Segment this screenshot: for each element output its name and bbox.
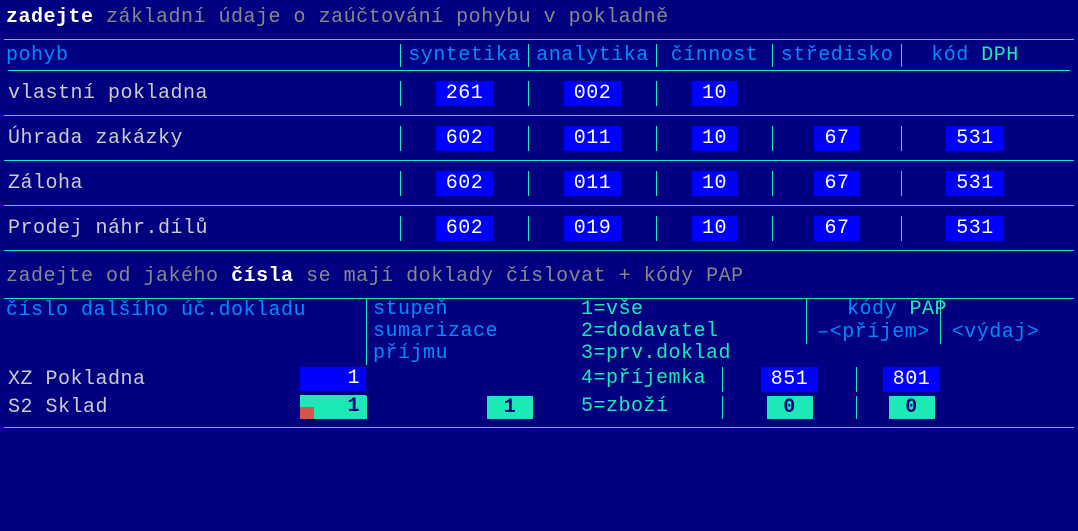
- hdr-kod-dph: kód DPH: [901, 44, 1048, 67]
- legend-line: 4=příjemka: [581, 368, 722, 390]
- stredisko-field[interactable]: 67: [814, 171, 859, 196]
- prompt-1: zadejte základní údaje o zaúčtování pohy…: [0, 0, 1078, 39]
- section2-header: číslo dalšího úč.dokladu stupeň sumariza…: [4, 299, 1074, 365]
- row-label: vlastní pokladna: [4, 82, 400, 105]
- kod-prijem-field[interactable]: 851: [761, 367, 819, 392]
- doc-number-field[interactable]: 1: [300, 395, 366, 419]
- table-row: Úhrada zakázky 602 011 10 67 531: [4, 116, 1074, 160]
- prompt-2: zadejte od jakého čísla se mají doklady …: [0, 251, 1078, 298]
- row-label: S2 Sklad: [4, 396, 300, 419]
- accounting-table: pohyb syntetika analytika čínnost středi…: [0, 40, 1078, 250]
- table-row: Záloha 602 011 10 67 531: [4, 161, 1074, 205]
- hdr-prijem: kódy PAP –<příjem>: [806, 299, 940, 344]
- stredisko-field[interactable]: 67: [814, 126, 859, 151]
- table-header-row: pohyb syntetika analytika čínnost středi…: [4, 40, 1074, 70]
- kod-dph-field[interactable]: 531: [946, 126, 1004, 151]
- analytika-field[interactable]: 019: [564, 216, 622, 241]
- hdr-cinnost: čínnost: [656, 44, 772, 67]
- hdr-legend: 1=vše 2=dodavatel 3=prv.doklad: [581, 299, 806, 365]
- table-row: Prodej náhr.dílů 602 019 10 67 531: [4, 206, 1074, 250]
- analytika-field[interactable]: 011: [564, 171, 622, 196]
- syntetika-field[interactable]: 602: [436, 216, 494, 241]
- cinnost-field[interactable]: 10: [692, 126, 737, 151]
- kod-dph-field[interactable]: 531: [946, 171, 1004, 196]
- syntetika-field[interactable]: 602: [436, 171, 494, 196]
- row-label: Prodej náhr.dílů: [4, 217, 400, 240]
- row-label: Záloha: [4, 172, 400, 195]
- row-label: Úhrada zakázky: [4, 127, 400, 150]
- doc-number-field[interactable]: 1: [300, 367, 366, 391]
- cinnost-field[interactable]: 10: [692, 171, 737, 196]
- hdr-pohyb: pohyb: [4, 44, 400, 67]
- row-label: XZ Pokladna: [4, 368, 300, 391]
- hdr-stredisko: středisko: [772, 44, 901, 67]
- syntetika-field[interactable]: 261: [436, 81, 494, 106]
- hdr-syntetika: syntetika: [400, 44, 528, 67]
- kod-dph-field[interactable]: 531: [946, 216, 1004, 241]
- stredisko-field[interactable]: 67: [814, 216, 859, 241]
- analytika-field[interactable]: 002: [564, 81, 622, 106]
- hdr-stupen: stupeň sumarizace příjmu: [366, 299, 581, 365]
- hdr-analytika: analytika: [528, 44, 656, 67]
- legend-line: 5=zboží: [581, 396, 722, 418]
- kod-prijem-field[interactable]: 0: [767, 396, 813, 419]
- numbering-row: XZ Pokladna1 4=příjemka 851 801: [4, 365, 1074, 393]
- numbering-row: S2 Sklad115=zboží00: [4, 393, 1074, 421]
- prompt-2-highlight: čísla: [231, 265, 294, 288]
- prompt-1-highlight: zadejte: [6, 6, 94, 29]
- hdr-vydaj: <výdaj>: [940, 299, 1050, 344]
- numbering-section: číslo dalšího úč.dokladu stupeň sumariza…: [0, 299, 1078, 421]
- divider: [4, 427, 1074, 428]
- kod-vydaj-field[interactable]: 801: [883, 367, 941, 392]
- cinnost-field[interactable]: 10: [692, 81, 737, 106]
- analytika-field[interactable]: 011: [564, 126, 622, 151]
- hdr-cislo-dokladu: číslo dalšího úč.dokladu: [4, 299, 366, 322]
- cinnost-field[interactable]: 10: [692, 216, 737, 241]
- kod-vydaj-field[interactable]: 0: [889, 396, 935, 419]
- sumarizace-field[interactable]: 1: [487, 396, 533, 419]
- syntetika-field[interactable]: 602: [436, 126, 494, 151]
- prompt-1-text: základní údaje o zaúčtování pohybu v pok…: [106, 6, 669, 29]
- table-row: vlastní pokladna 261 002 10: [4, 71, 1074, 115]
